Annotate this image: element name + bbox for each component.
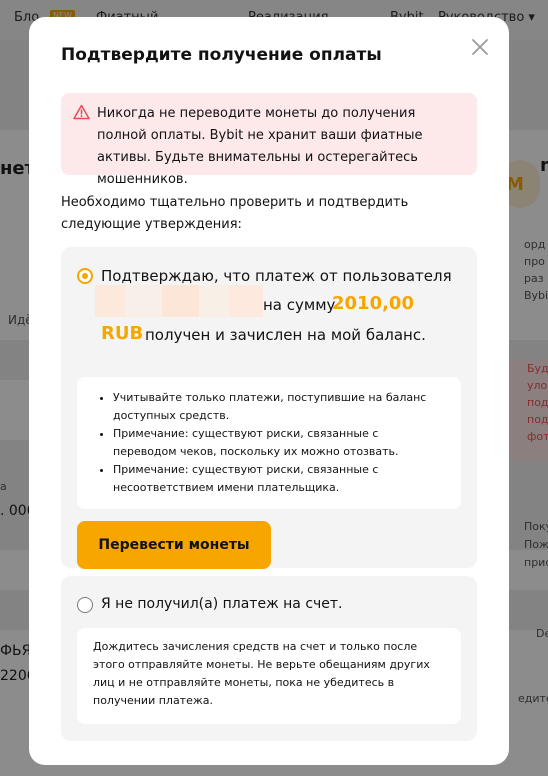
close-button[interactable] bbox=[470, 37, 490, 57]
confirm-received-radio[interactable] bbox=[77, 268, 93, 284]
not-received-note: Дождитесь зачисления средств на счет и т… bbox=[77, 628, 461, 724]
alert-text: Никогда не переводите монеты до получени… bbox=[97, 106, 423, 187]
not-received-label[interactable]: Я не получил(а) платеж на счет. bbox=[101, 596, 343, 612]
confirm-received-option: Подтверждаю, что платеж от пользователя … bbox=[61, 247, 477, 569]
warning-alert: Никогда не переводите монеты до получени… bbox=[61, 93, 477, 187]
not-received-option: Я не получил(а) платеж на счет. Дождитес… bbox=[61, 576, 477, 741]
confirm-line-3: получен и зачислен на мой баланс. bbox=[145, 326, 426, 344]
confirm-payment-modal: Подтвердите получение оплаты Никогда не … bbox=[29, 17, 509, 765]
note-item: Примечание: существуют риски, связанные … bbox=[113, 461, 445, 497]
modal-title: Подтвердите получение оплаты bbox=[61, 45, 382, 65]
warning-triangle-icon bbox=[73, 104, 90, 124]
note-item: Учитывайте только платежи, поступившие н… bbox=[113, 389, 445, 425]
confirm-line-2: на сумму bbox=[263, 296, 336, 314]
blurred-username bbox=[95, 285, 263, 317]
transfer-coins-button[interactable]: Перевести монеты bbox=[77, 521, 271, 569]
intro-text: Необходимо тщательно проверить и подтвер… bbox=[61, 195, 409, 232]
confirm-notes: Учитывайте только платежи, поступившие н… bbox=[77, 377, 461, 509]
not-received-radio[interactable] bbox=[77, 597, 93, 613]
confirm-line-1: Подтверждаю, что платеж от пользователя bbox=[101, 267, 452, 285]
close-icon bbox=[472, 39, 488, 55]
note-item: Примечание: существуют риски, связанные … bbox=[113, 425, 445, 461]
payment-currency: RUB bbox=[101, 323, 144, 344]
payment-amount: 2010,00 bbox=[332, 293, 414, 314]
